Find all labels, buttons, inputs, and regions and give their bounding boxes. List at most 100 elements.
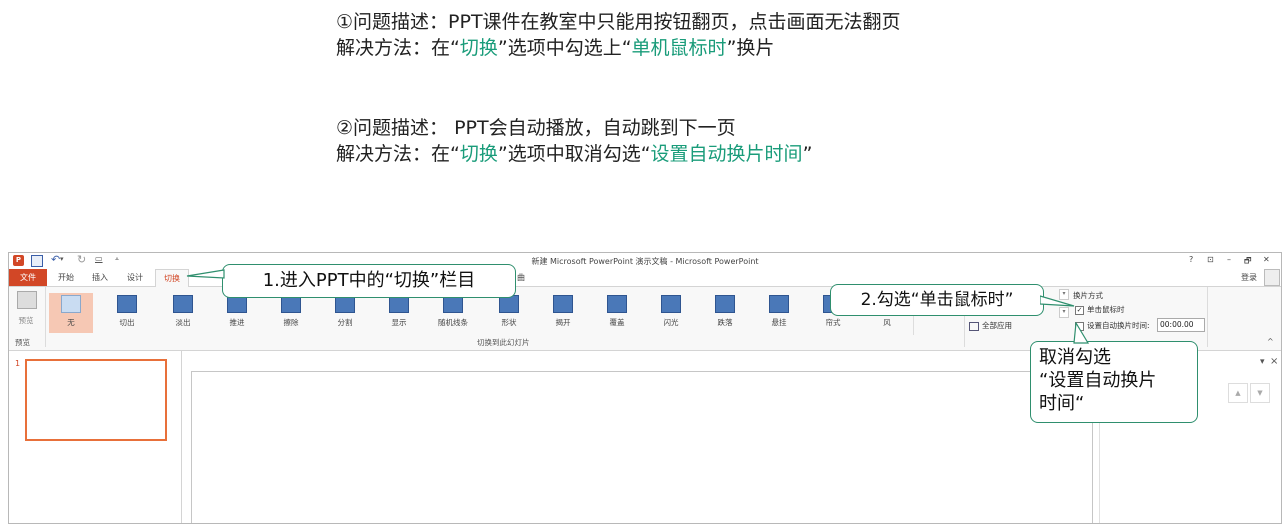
close-pane-icon[interactable]: ×	[1270, 356, 1278, 367]
tab-transitions[interactable]: 切换	[155, 269, 189, 287]
note-text: ”换片	[726, 37, 775, 59]
callout-enter-transitions: 1.进入PPT中的“切换”栏目	[222, 264, 516, 298]
transition-7[interactable]: 随机线条	[431, 293, 475, 333]
slide-thumbnail[interactable]	[25, 359, 167, 441]
slide-canvas[interactable]	[191, 371, 1093, 523]
callout-line: 取消勾选	[1039, 347, 1111, 368]
transition-label: 闪光	[663, 318, 679, 327]
transition-label: 推进	[229, 318, 245, 327]
note-2-line-2: 解决方法：在“切换”选项中取消勾选“设置自动换片时间”	[336, 141, 812, 168]
transition-label: 覆盖	[609, 318, 625, 327]
group-divider	[1207, 287, 1208, 347]
after-time-input[interactable]: 00:00.00	[1157, 318, 1205, 332]
transition-0[interactable]: 无	[49, 293, 93, 333]
note-text: 解决方法：在“	[336, 143, 460, 165]
tab-home[interactable]: 开始	[51, 269, 81, 286]
close-button[interactable]: ✕	[1263, 255, 1270, 264]
transition-9[interactable]: 揭开	[541, 293, 585, 333]
window-title: 新建 Microsoft PowerPoint 演示文稿 - Microsoft…	[531, 257, 759, 266]
note-text: ”选项中取消勾选“	[497, 143, 651, 165]
callout-pointer	[1040, 295, 1075, 307]
transition-1[interactable]: 切出	[105, 293, 149, 333]
tab-design[interactable]: 设计	[119, 269, 151, 286]
transition-label: 擦除	[283, 318, 299, 327]
transition-label: 揭开	[555, 318, 571, 327]
transition-thumbnail-icon	[607, 295, 627, 313]
apply-all-label: 全部应用	[982, 321, 1012, 330]
transition-thumbnail-icon	[61, 295, 81, 313]
group-divider	[45, 287, 46, 347]
transition-2[interactable]: 淡出	[161, 293, 205, 333]
transition-thumbnail-icon	[117, 295, 137, 313]
highlight-on-click: 单机鼠标时	[631, 37, 727, 59]
transition-5[interactable]: 分割	[323, 293, 367, 333]
transition-label: 跌落	[717, 318, 733, 327]
callout-check-on-click: 2.勾选“单击鼠标时”	[830, 284, 1044, 316]
title-bar: P ↶ ▾ ↻ ▭ ⩡ 新建 Microsoft PowerPoint 演示文稿…	[9, 253, 1281, 269]
transition-label: 无	[67, 318, 75, 327]
note-2-line-1: ②问题描述： PPT会自动播放，自动跳到下一页	[336, 117, 736, 139]
transition-4[interactable]: 擦除	[269, 293, 313, 333]
apply-to-all-button[interactable]: 全部应用	[969, 320, 1012, 331]
tab-insert[interactable]: 插入	[85, 269, 115, 286]
note-text: 解决方法：在“	[336, 37, 460, 59]
transition-label: 随机线条	[438, 318, 468, 327]
tab-partial[interactable]: 曲	[514, 269, 528, 286]
move-down-button[interactable]: ▼	[1250, 383, 1270, 403]
transition-label: 帘式	[825, 318, 841, 327]
move-up-button[interactable]: ▲	[1228, 383, 1248, 403]
note-1-line-2: 解决方法：在“切换”选项中勾选上“单机鼠标时”换片	[336, 35, 774, 62]
tab-file[interactable]: 文件	[9, 269, 47, 286]
help-button[interactable]: ?	[1189, 255, 1193, 264]
callout-uncheck-auto-advance: 取消勾选 “设置自动换片 时间“	[1030, 341, 1198, 423]
avatar[interactable]	[1264, 269, 1280, 286]
transition-13[interactable]: 悬挂	[757, 293, 801, 333]
transition-label: 风	[883, 318, 891, 327]
pane-options-icon[interactable]: ▾	[1260, 357, 1265, 367]
transition-label: 切出	[119, 318, 135, 327]
highlight-auto-advance: 设置自动换片时间	[650, 143, 803, 165]
transition-thumbnail-icon	[173, 295, 193, 313]
advance-slide-title: 换片方式	[1073, 291, 1103, 300]
transition-10[interactable]: 覆盖	[595, 293, 639, 333]
callout-pointer	[1073, 322, 1090, 344]
highlight-transitions: 切换	[459, 143, 498, 165]
transition-label: 悬挂	[771, 318, 787, 327]
ribbon-display-options-button[interactable]: ⊡	[1207, 255, 1214, 264]
note-text: ”	[802, 143, 813, 165]
transition-6[interactable]: 显示	[377, 293, 421, 333]
callout-line: 时间“	[1039, 393, 1085, 414]
transition-8[interactable]: 形状	[487, 293, 531, 333]
minimize-button[interactable]: –	[1227, 255, 1231, 264]
preview-icon	[17, 291, 37, 309]
preview-label: 预览	[18, 316, 34, 325]
transition-12[interactable]: 跌落	[703, 293, 747, 333]
preview-group-label: 预览	[15, 338, 30, 347]
callout-line: “设置自动换片	[1039, 370, 1157, 391]
transition-label: 显示	[391, 318, 407, 327]
transition-11[interactable]: 闪光	[649, 293, 693, 333]
transition-thumbnail-icon	[715, 295, 735, 313]
note-text: ”选项中勾选上“	[497, 37, 632, 59]
on-click-label: 单击鼠标时	[1087, 305, 1125, 314]
apply-all-icon	[969, 321, 979, 331]
slide-number: 1	[15, 359, 21, 368]
highlight-transitions: 切换	[459, 37, 498, 59]
callout-pointer	[186, 269, 225, 279]
on-mouse-click-option[interactable]: ✓ 单击鼠标时	[1075, 304, 1125, 315]
transition-label: 分割	[337, 318, 353, 327]
transition-label: 形状	[501, 318, 517, 327]
sign-in-link[interactable]: 登录	[1241, 272, 1257, 283]
transition-thumbnail-icon	[553, 295, 573, 313]
collapse-ribbon-icon[interactable]: ^	[1267, 337, 1274, 346]
slide-thumbnails-pane: 1	[9, 351, 182, 523]
transition-thumbnail-icon	[661, 295, 681, 313]
transitions-group-label: 切换到此幻灯片	[477, 338, 530, 347]
transition-3[interactable]: 推进	[215, 293, 259, 333]
note-1-line-1: ①问题描述：PPT课件在教室中只能用按钮翻页，点击画面无法翻页	[336, 11, 901, 33]
preview-button[interactable]: 预览	[13, 291, 39, 335]
restore-button[interactable]: 🗗	[1244, 255, 1252, 269]
transition-label: 淡出	[175, 318, 191, 327]
on-click-checkbox[interactable]: ✓	[1075, 305, 1084, 315]
transition-thumbnail-icon	[769, 295, 789, 313]
